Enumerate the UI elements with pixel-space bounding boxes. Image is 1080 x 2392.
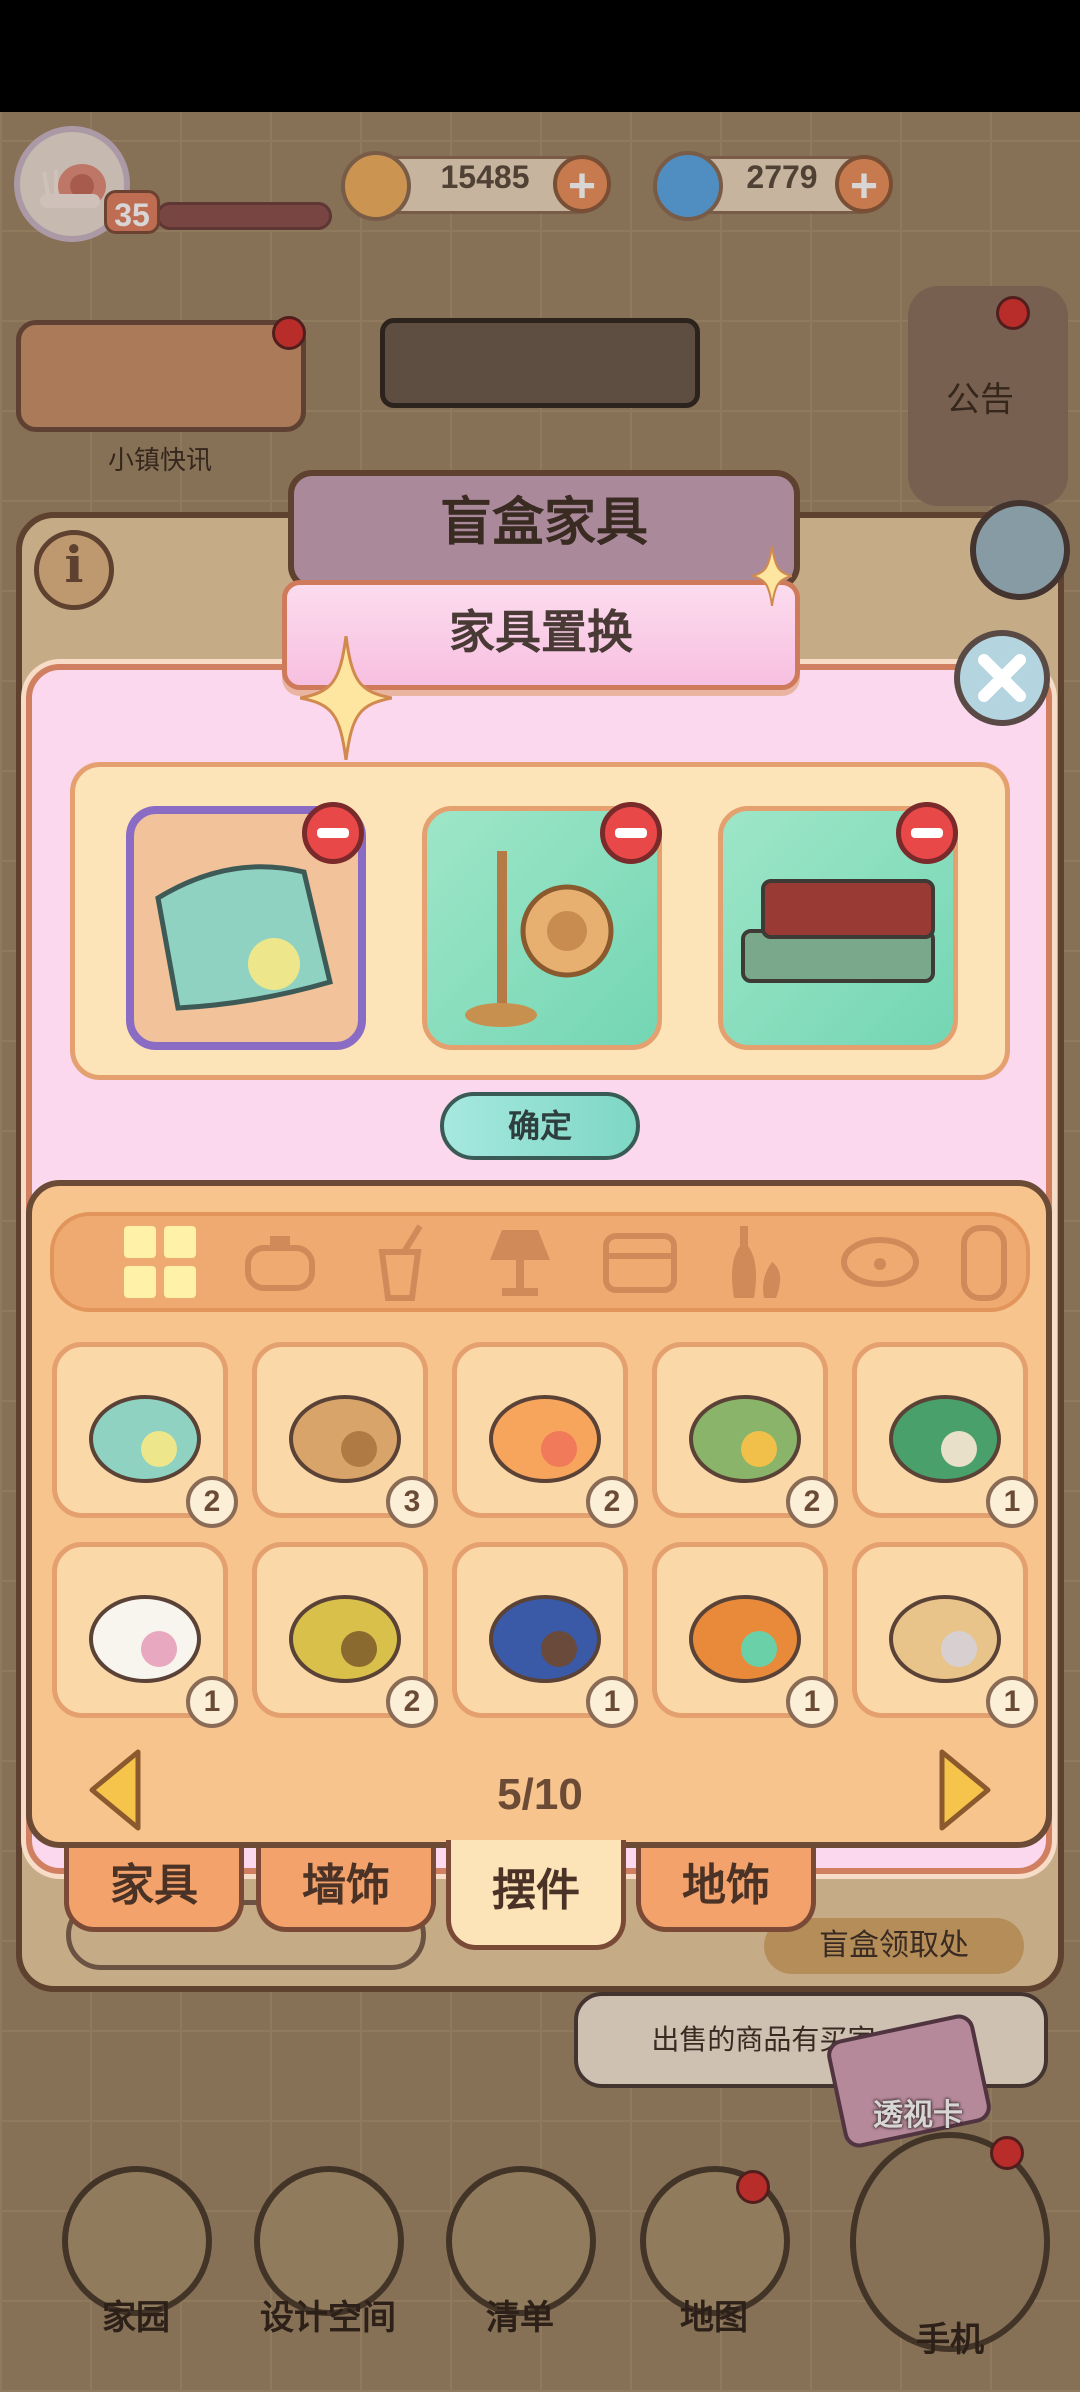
tab-floor-decor[interactable]: 地饰: [636, 1848, 816, 1932]
remove-book-stack-button[interactable]: [896, 802, 958, 864]
next-page-arrow-icon[interactable]: [934, 1746, 994, 1834]
category-cup-icon[interactable]: [360, 1222, 440, 1302]
remove-snail-coat-rack-button[interactable]: [600, 802, 662, 864]
confirm-button[interactable]: 确定: [440, 1092, 640, 1160]
category-roll-icon[interactable]: [950, 1222, 1030, 1302]
item-count-badge: 2: [786, 1476, 838, 1528]
small-sparkle-icon: [752, 546, 792, 606]
remove-mint-pillow-button[interactable]: [302, 802, 364, 864]
item-count-badge: 2: [586, 1476, 638, 1528]
item-count-badge: 1: [986, 1476, 1038, 1528]
category-pet-bowl-icon[interactable]: [840, 1222, 920, 1302]
item-count-badge: 1: [586, 1676, 638, 1728]
item-count-badge: 1: [786, 1676, 838, 1728]
sparkle-icon: [300, 636, 392, 760]
category-pot-icon[interactable]: [240, 1222, 320, 1302]
item-count-badge: 2: [386, 1676, 438, 1728]
item-count-badge: 1: [186, 1676, 238, 1728]
close-icon: [978, 654, 1026, 702]
item-count-badge: 3: [386, 1476, 438, 1528]
page-indicator: 5/10: [497, 1770, 583, 1819]
tab-furniture[interactable]: 家具: [64, 1848, 244, 1932]
tab-ornaments[interactable]: 摆件: [446, 1840, 626, 1950]
category-lamp-icon[interactable]: [480, 1222, 560, 1302]
category-all-icon[interactable]: [120, 1222, 200, 1302]
item-count-badge: 1: [986, 1676, 1038, 1728]
item-count-badge: 2: [186, 1476, 238, 1528]
category-vase-icon[interactable]: [720, 1222, 800, 1302]
previous-page-arrow-icon[interactable]: [86, 1746, 146, 1834]
tab-wall-decor[interactable]: 墙饰: [256, 1848, 436, 1932]
close-button[interactable]: [954, 630, 1050, 726]
category-bed-icon[interactable]: [600, 1222, 680, 1302]
